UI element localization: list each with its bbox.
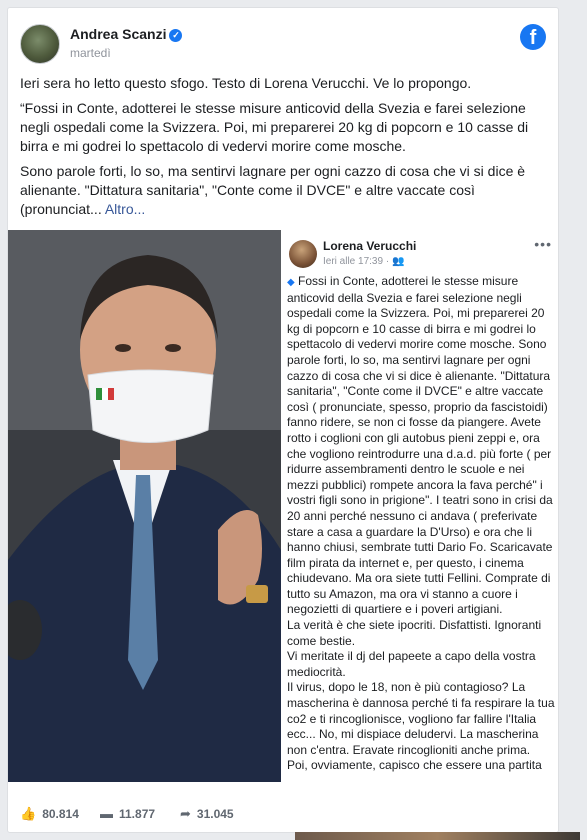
author-name[interactable]: Andrea Scanzi ✓ <box>70 26 183 42</box>
share-arrow-icon: ➦ <box>180 806 191 821</box>
shares-count[interactable]: ➦ 31.045 <box>180 806 234 822</box>
comments-value: 11.877 <box>119 806 156 821</box>
post-photo[interactable] <box>8 230 281 782</box>
embedded-paragraph: Il virus, dopo le 18, non è più contagio… <box>287 680 555 757</box>
post-paragraph: “Fossi in Conte, adotterei le stesse mis… <box>20 100 529 154</box>
post-paragraph: Ieri sera ho letto questo sfogo. Testo d… <box>20 75 472 91</box>
post-body: Ieri sera ho letto questo sfogo. Testo d… <box>20 74 550 225</box>
verified-badge-icon: ✓ <box>169 29 183 42</box>
post-footer: 👍 80.814 ▬ 11.877 ➦ 31.045 <box>20 802 546 826</box>
post-timestamp[interactable]: martedì <box>70 46 111 60</box>
more-dots-icon: ••• <box>534 236 552 252</box>
embedded-paragraph: La verità è che siete ipocriti. Disfatti… <box>287 618 542 648</box>
embedded-screenshot[interactable]: Lorena Verucchi Ieri alle 17:39 · 👥 ••• … <box>283 230 558 782</box>
embedded-paragraph: Poi, ovviamente, capisco che essere una … <box>287 758 542 773</box>
next-post-preview[interactable] <box>295 832 580 840</box>
diamond-icon: ◆ <box>287 277 295 288</box>
embedded-paragraph: Fossi in Conte, adotterei le stesse misu… <box>287 274 553 617</box>
comment-icon: ▬ <box>100 806 113 821</box>
post-card: Andrea Scanzi ✓ martedì f Ieri sera ho le… <box>7 7 559 833</box>
post-header: Andrea Scanzi ✓ martedì f <box>20 20 546 64</box>
embedded-author-name: Lorena Verucchi <box>323 239 417 253</box>
friends-audience-icon: 👥 <box>391 256 405 267</box>
portrait-image <box>8 230 281 782</box>
embedded-timestamp: Ieri alle 17:39 · 👥 <box>323 256 404 267</box>
embedded-paragraph: Vi meritate il dj del papeete a capo del… <box>287 649 536 679</box>
author-name-text[interactable]: Andrea Scanzi <box>70 26 166 42</box>
author-avatar[interactable] <box>20 24 60 64</box>
facebook-logo-icon[interactable]: f <box>520 24 546 50</box>
thumbs-up-icon: 👍 <box>20 806 37 821</box>
embedded-timestamp-text: Ieri alle 17:39 · <box>323 256 392 267</box>
see-more-link[interactable]: Altro... <box>105 201 145 217</box>
likes-value: 80.814 <box>42 807 79 821</box>
embedded-author-avatar <box>289 240 317 268</box>
post-media[interactable]: Lorena Verucchi Ieri alle 17:39 · 👥 ••• … <box>8 230 558 782</box>
comments-count[interactable]: ▬ 11.877 <box>100 806 155 821</box>
embedded-post-text: ◆ Fossi in Conte, adotterei le stesse mi… <box>287 274 557 774</box>
shares-value: 31.045 <box>196 807 234 821</box>
likes-count[interactable]: 👍 80.814 <box>20 806 79 822</box>
post-paragraph-text: Sono parole forti, lo so, ma sentirvi la… <box>20 163 526 217</box>
post-paragraph-truncated: Sono parole forti, lo so, ma sentirvi la… <box>20 162 550 219</box>
